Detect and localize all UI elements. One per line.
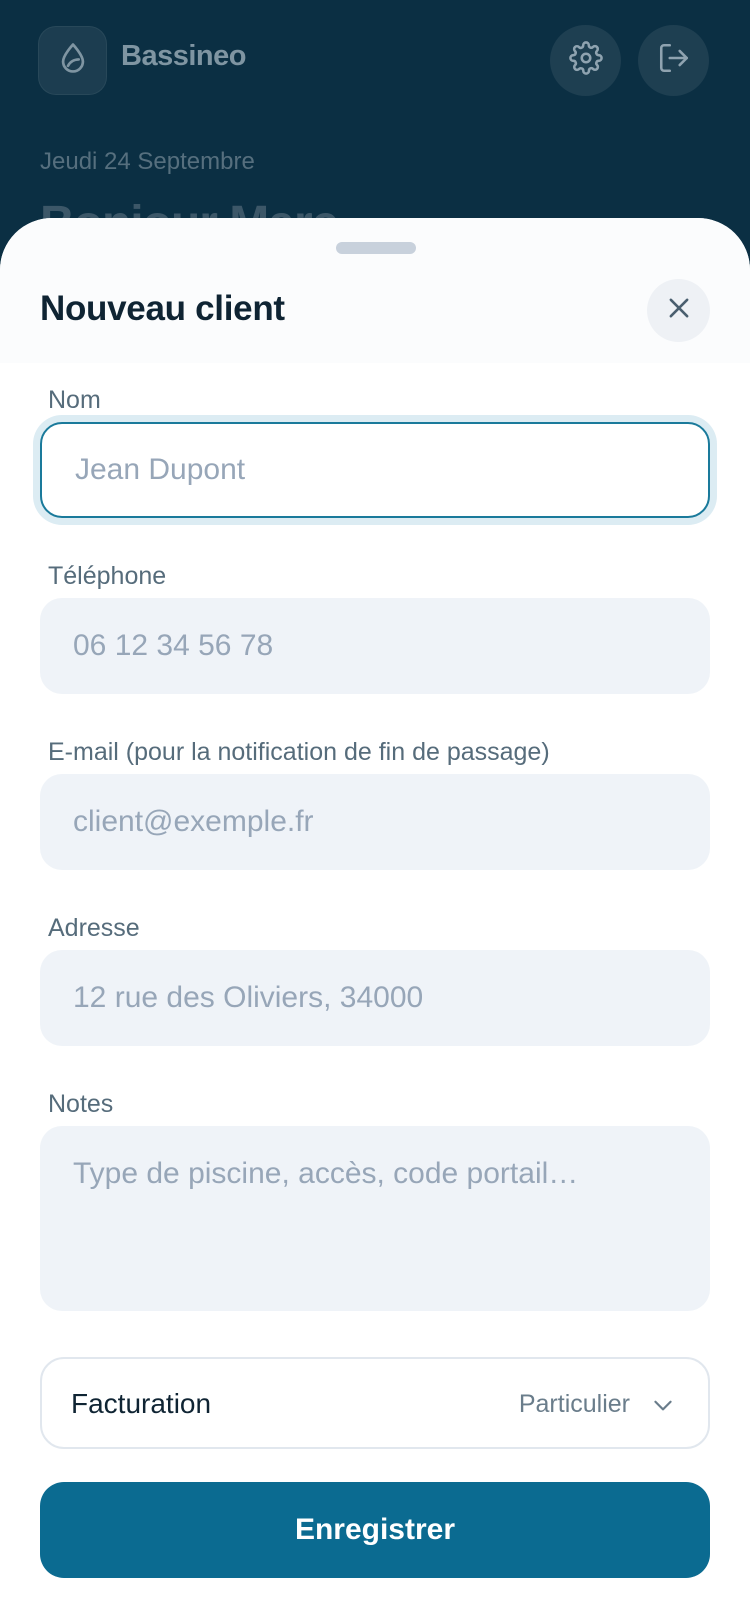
billing-value: Particulier <box>518 1390 630 1418</box>
logout-button[interactable] <box>638 25 709 96</box>
phone-label: Téléphone <box>48 562 167 590</box>
sheet-title: Nouveau client <box>40 289 285 328</box>
app-name: Bassineo <box>121 40 246 72</box>
billing-select[interactable]: Facturation Particulier <box>40 1357 710 1449</box>
notes-textarea[interactable] <box>40 1126 710 1311</box>
chevron-down-icon <box>650 1392 676 1423</box>
gear-icon <box>568 41 603 80</box>
current-date: Jeudi 24 Septembre <box>40 148 255 175</box>
close-icon <box>665 294 693 327</box>
name-input[interactable] <box>40 422 710 518</box>
water-drop-icon <box>56 41 90 80</box>
notes-label: Notes <box>48 1090 114 1118</box>
email-input[interactable] <box>40 774 710 870</box>
close-button[interactable] <box>647 279 710 342</box>
address-label: Adresse <box>48 914 140 942</box>
save-button[interactable]: Enregistrer <box>40 1482 710 1578</box>
app-logo <box>38 26 107 95</box>
phone-input[interactable] <box>40 598 710 694</box>
email-label: E-mail (pour la notification de fin de p… <box>48 738 550 766</box>
name-label: Nom <box>48 386 101 414</box>
billing-label: Facturation <box>71 1388 212 1419</box>
sheet-grabber[interactable] <box>336 242 416 254</box>
logout-icon <box>657 41 691 80</box>
address-input[interactable] <box>40 950 710 1046</box>
settings-button[interactable] <box>550 25 621 96</box>
